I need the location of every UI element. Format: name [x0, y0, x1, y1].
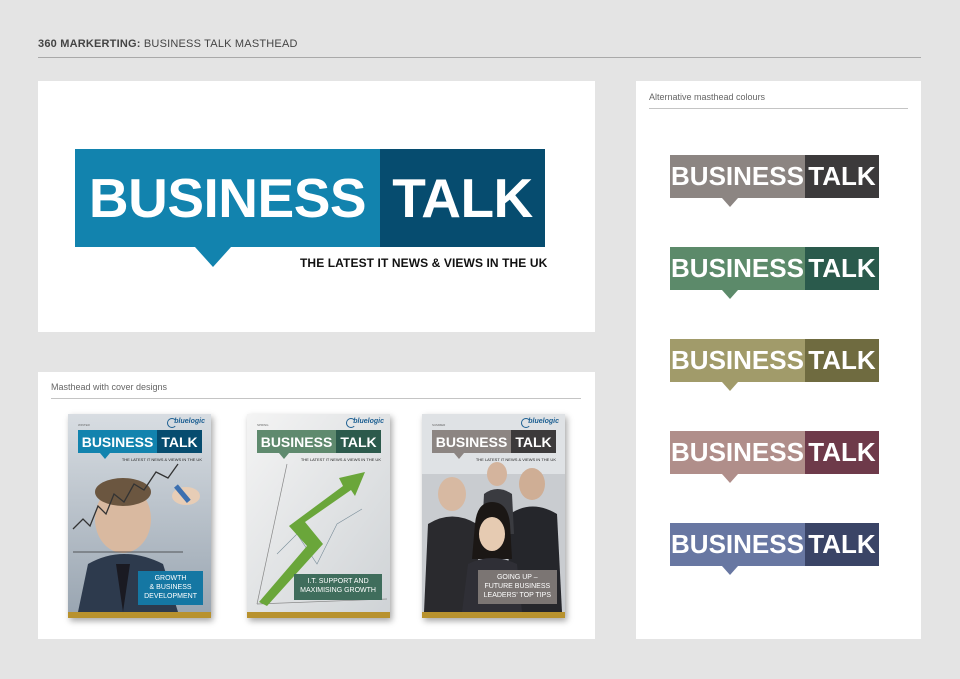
cover-headline-line: FUTURE BUSINESS	[484, 582, 551, 590]
cover-gold-strip	[422, 612, 565, 618]
alt-masthead-talk: TALK	[805, 247, 879, 290]
cover-masthead: BUSINESS TALK	[78, 430, 202, 459]
cover-masthead: BUSINESS TALK	[257, 430, 381, 459]
cover-headline-line: LEADERS' TOP TIPS	[483, 591, 551, 599]
covers-panel-title: Masthead with cover designs	[51, 382, 581, 399]
bluelogic-logo-icon: bluelogic	[521, 418, 559, 428]
cover-gold-strip	[247, 612, 390, 618]
speech-tail-icon	[722, 474, 738, 483]
cover-masthead-talk: TALK	[511, 430, 556, 453]
bluelogic-logo-icon: bluelogic	[167, 418, 205, 428]
alt-masthead-green: BUSINESS TALK	[670, 247, 879, 299]
cover-headline-line: GOING UP –	[496, 574, 538, 581]
bluelogic-logo-icon: bluelogic	[346, 418, 384, 428]
cover-tagline: THE LATEST IT NEWS & VIEWS IN THE UK	[475, 457, 556, 462]
alt-masthead-grey: BUSINESS TALK	[670, 155, 879, 207]
main-masthead-panel: BUSINESS TALK THE LATEST IT NEWS & VIEWS…	[38, 81, 595, 332]
masthead-tagline: THE LATEST IT NEWS & VIEWS IN THE UK	[300, 256, 548, 270]
magazine-cover-2: SPRING bluelogic BUSINESS TALK THE LATES…	[247, 414, 390, 618]
cover-season: SPRING	[257, 423, 269, 427]
cover-masthead: BUSINESS TALK	[432, 430, 556, 459]
cover-tagline: THE LATEST IT NEWS & VIEWS IN THE UK	[121, 457, 202, 462]
alt-masthead-rose: BUSINESS TALK	[670, 431, 879, 483]
cover-headline-line: DEVELOPMENT	[144, 592, 197, 600]
alt-masthead-business: BUSINESS	[670, 523, 805, 566]
cover-tagline: THE LATEST IT NEWS & VIEWS IN THE UK	[300, 457, 381, 462]
cover-masthead-talk: TALK	[157, 430, 202, 453]
cover-headline: GROWTH & BUSINESS DEVELOPMENT	[138, 571, 203, 606]
speech-tail-icon	[279, 453, 289, 459]
alt-masthead-business: BUSINESS	[670, 431, 805, 474]
alt-masthead-talk: TALK	[805, 339, 879, 382]
alt-panel-title: Alternative masthead colours	[649, 92, 908, 109]
cover-headline-line: I.T. SUPPORT AND	[307, 578, 369, 585]
cover-headline: GOING UP – FUTURE BUSINESS LEADERS' TOP …	[477, 570, 557, 605]
speech-tail-icon	[100, 453, 110, 459]
covers-panel: Masthead with cover designs WINTER bluel…	[38, 372, 595, 639]
speech-tail-icon	[722, 290, 738, 299]
alt-masthead-blue: BUSINESS TALK	[670, 523, 879, 575]
speech-tail-icon	[722, 382, 738, 391]
cover-headline-line: MAXIMISING GROWTH	[300, 586, 376, 594]
speech-tail-icon	[722, 566, 738, 575]
speech-tail-icon	[195, 247, 231, 267]
alt-masthead-olive: BUSINESS TALK	[670, 339, 879, 391]
header-title: BUSINESS TALK MASTHEAD	[143, 38, 298, 50]
speech-tail-icon	[722, 198, 738, 207]
header-brand: 360 MARKERTING:	[38, 38, 141, 50]
cover-season: WINTER	[78, 423, 90, 427]
magazine-cover-1: WINTER bluelogic BUSINESS TALK THE LATES…	[68, 414, 211, 618]
cover-headline-line: GROWTH	[154, 575, 187, 582]
cover-season: SUMMER	[432, 423, 446, 427]
main-masthead-logo: BUSINESS TALK	[75, 149, 545, 267]
alt-masthead-business: BUSINESS	[670, 339, 805, 382]
cover-masthead-talk: TALK	[336, 430, 381, 453]
alt-colours-panel: Alternative masthead colours BUSINESS TA…	[636, 81, 921, 639]
alt-masthead-business: BUSINESS	[670, 155, 805, 198]
alt-masthead-talk: TALK	[805, 431, 879, 474]
alt-masthead-talk: TALK	[805, 155, 879, 198]
cover-headline: I.T. SUPPORT AND MAXIMISING GROWTH	[294, 574, 382, 600]
cover-headline-line: & BUSINESS	[149, 583, 192, 591]
cover-masthead-business: BUSINESS	[78, 430, 157, 453]
cover-gold-strip	[68, 612, 211, 618]
masthead-word-talk: TALK	[380, 149, 545, 247]
page-header: 360 MARKERTING: BUSINESS TALK MASTHEAD	[38, 38, 921, 58]
cover-masthead-business: BUSINESS	[432, 430, 511, 453]
magazine-cover-3: SUMMER bluelogic BUSINESS TALK THE LATES…	[422, 414, 565, 618]
cover-masthead-business: BUSINESS	[257, 430, 336, 453]
alt-masthead-business: BUSINESS	[670, 247, 805, 290]
speech-tail-icon	[454, 453, 464, 459]
alt-masthead-talk: TALK	[805, 523, 879, 566]
masthead-word-business: BUSINESS	[75, 149, 380, 247]
